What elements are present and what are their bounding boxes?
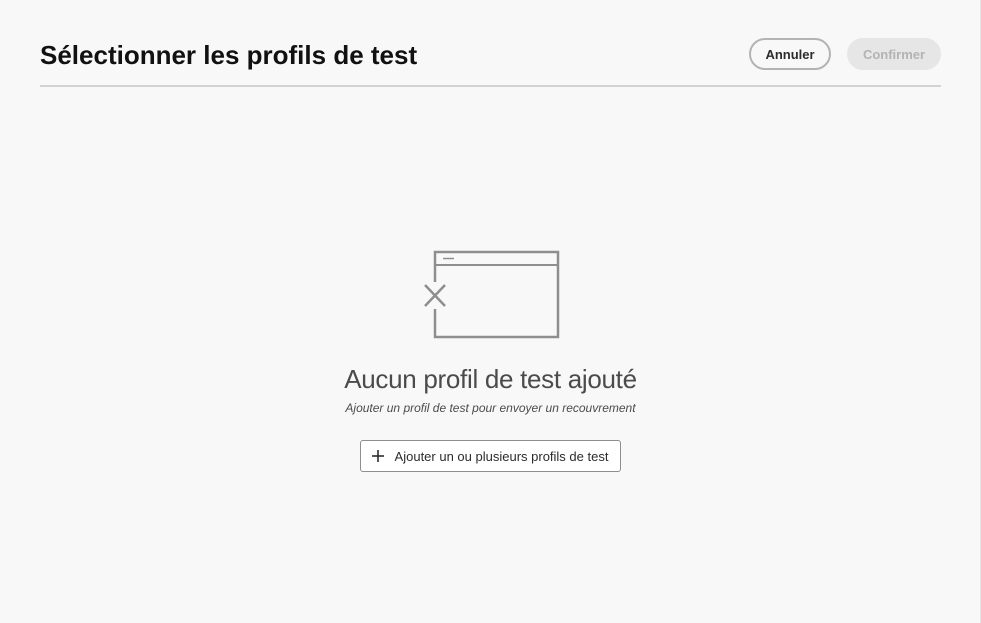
empty-state-heading: Aucun profil de test ajouté <box>344 364 637 394</box>
dialog-title: Sélectionner les profils de test <box>40 40 418 70</box>
empty-state-subtext: Ajouter un profil de test pour envoyer u… <box>345 401 636 415</box>
cancel-button[interactable]: Annuler <box>749 38 831 70</box>
plus-icon <box>371 450 384 462</box>
add-test-profiles-button[interactable]: Ajouter un ou plusieurs profils de test <box>359 440 622 472</box>
empty-state: Aucun profil de test ajouté Ajouter un p… <box>0 248 981 472</box>
dialog-header: Sélectionner les profils de test Annuler… <box>40 30 941 87</box>
dialog-button-group: Annuler Confirmer <box>749 38 941 70</box>
select-test-profiles-dialog: Sélectionner les profils de test Annuler… <box>0 0 981 623</box>
add-test-profiles-label: Ajouter un ou plusieurs profils de test <box>394 448 609 464</box>
confirm-button[interactable]: Confirmer <box>847 38 941 70</box>
browser-window-x-icon <box>423 250 559 339</box>
